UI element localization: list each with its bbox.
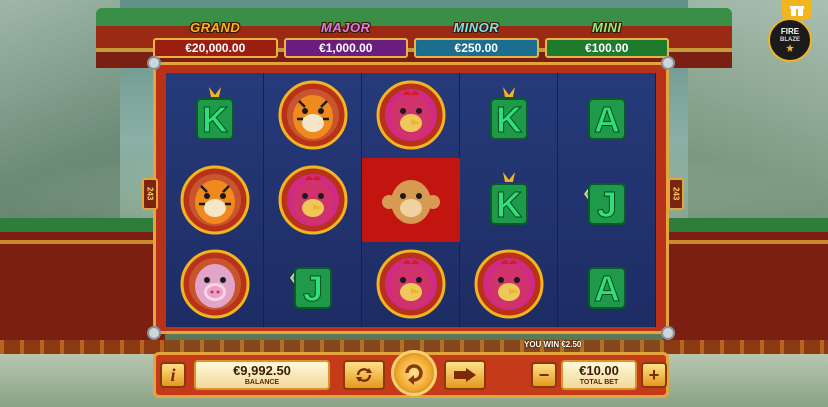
jackpot-value: €20,000.00 xyxy=(153,38,278,58)
rooster-symbol-icon xyxy=(376,249,446,319)
frame-bolt xyxy=(661,56,675,70)
reel-cell: J xyxy=(264,242,362,327)
rooster-symbol-icon xyxy=(376,80,446,150)
rooster-symbol-icon xyxy=(474,249,544,319)
k-symbol-icon: K xyxy=(490,171,528,225)
info-button[interactable]: i xyxy=(160,362,186,388)
jackpot-value: €250.00 xyxy=(414,38,539,58)
svg-text:A: A xyxy=(594,268,620,309)
balance-label: BALANCE xyxy=(244,378,280,386)
fire-blaze-logo: FIRE BLAZE xyxy=(768,18,812,62)
jackpot-bar: GRAND €20,000.00 MAJOR €1,000.00 MINOR €250.0… xyxy=(153,20,669,62)
autoplay-button[interactable] xyxy=(343,360,385,390)
reel-4: KK xyxy=(460,73,558,327)
jackpot-minor: MINOR €250.00 xyxy=(414,20,539,62)
reel-cell: K xyxy=(460,158,558,243)
reel-cell: J xyxy=(558,158,656,243)
reel-cell xyxy=(362,73,460,158)
win-message: YOU WIN €2.50 xyxy=(524,340,582,349)
plus-icon: + xyxy=(648,364,660,385)
svg-text:A: A xyxy=(594,99,620,140)
jackpot-title: GRAND xyxy=(190,20,241,35)
fast-forward-icon xyxy=(454,368,476,382)
reel-cell: K xyxy=(460,73,558,158)
reel-3 xyxy=(362,73,460,327)
k-symbol-icon: K xyxy=(196,87,234,141)
k-symbol-icon: K xyxy=(490,87,528,141)
monkey-symbol-icon xyxy=(382,179,440,224)
spin-button[interactable] xyxy=(391,350,437,396)
balance-value: €9,992.50 xyxy=(233,362,291,378)
jackpot-title: MINOR xyxy=(453,20,500,35)
minus-icon: − xyxy=(538,364,550,385)
frame-bolt xyxy=(147,56,161,70)
reel-cell: A xyxy=(558,73,656,158)
pig-symbol-icon xyxy=(180,249,250,319)
jackpot-title: MINI xyxy=(592,20,622,35)
svg-text:K: K xyxy=(496,99,522,140)
autoplay-icon xyxy=(356,368,372,382)
spin-icon xyxy=(405,364,423,385)
bet-label: TOTAL BET xyxy=(579,378,619,386)
jackpot-grand: GRAND €20,000.00 xyxy=(153,20,278,62)
reel-5: A J A xyxy=(558,73,656,327)
reel-2: J xyxy=(264,73,362,327)
reel-cell: K xyxy=(166,73,264,158)
reel-cell xyxy=(264,73,362,158)
a-symbol-icon: A xyxy=(588,267,626,310)
reel-grid: KJKKAJA xyxy=(166,73,656,327)
tiger-symbol-icon xyxy=(180,165,250,235)
jackpot-major: MAJOR €1,000.00 xyxy=(283,20,408,62)
logo-line2: BLAZE xyxy=(780,37,800,43)
svg-text:J: J xyxy=(303,268,323,309)
reel-cell: A xyxy=(558,242,656,327)
total-bet-display: €10.00 TOTAL BET xyxy=(561,360,637,390)
j-symbol-icon: J xyxy=(290,267,332,310)
reel-1: K xyxy=(166,73,264,327)
bet-value: €10.00 xyxy=(579,362,619,378)
svg-text:K: K xyxy=(202,99,228,140)
j-symbol-icon: J xyxy=(584,182,626,225)
info-icon: i xyxy=(170,364,176,385)
a-symbol-icon: A xyxy=(588,98,626,141)
turbo-button[interactable] xyxy=(444,360,486,390)
tiger-symbol-icon xyxy=(278,80,348,150)
jackpot-value: €1,000.00 xyxy=(283,38,408,58)
jackpot-value: €100.00 xyxy=(544,38,669,58)
frame-bolt xyxy=(147,326,161,340)
reel-cell xyxy=(460,242,558,327)
frame-bolt xyxy=(661,326,675,340)
reel-cell xyxy=(362,157,460,243)
reel-cell xyxy=(264,158,362,243)
ways-badge-left: 243 xyxy=(142,178,158,210)
gift-icon[interactable] xyxy=(782,0,812,20)
balance-display: €9,992.50 BALANCE xyxy=(194,360,330,390)
bet-decrease-button[interactable]: − xyxy=(531,362,557,388)
reel-cell xyxy=(166,242,264,327)
svg-text:J: J xyxy=(597,184,617,225)
logo-line1: FIRE xyxy=(780,27,800,36)
bet-increase-button[interactable]: + xyxy=(641,362,667,388)
jackpot-title: MAJOR xyxy=(321,20,371,35)
ways-badge-right: 243 xyxy=(668,178,684,210)
rooster-symbol-icon xyxy=(278,165,348,235)
reel-frame: KJKKAJA xyxy=(147,56,675,340)
reel-cell xyxy=(362,242,460,327)
reel-cell xyxy=(166,158,264,243)
svg-text:K: K xyxy=(496,184,522,225)
jackpot-mini: MINI €100.00 xyxy=(544,20,669,62)
